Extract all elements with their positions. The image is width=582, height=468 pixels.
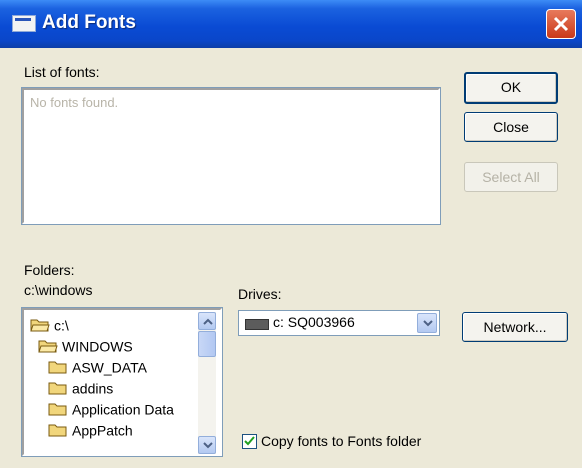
- window-title: Add Fonts: [42, 12, 136, 33]
- select-all-button[interactable]: Select All: [464, 162, 558, 192]
- folders-scrollbar[interactable]: [198, 312, 216, 454]
- chevron-down-icon: [203, 442, 213, 449]
- checkmark-icon: [244, 436, 255, 446]
- folder-item-label: ASW_DATA: [72, 359, 147, 376]
- drives-dropdown[interactable]: c: SQ003966: [238, 310, 440, 336]
- close-window-button[interactable]: [546, 9, 576, 39]
- chevron-down-icon: [423, 320, 433, 327]
- scroll-thumb[interactable]: [198, 331, 216, 357]
- folder-icon: [48, 403, 67, 416]
- add-fonts-dialog: Add Fonts List of fonts: No fonts found.…: [0, 0, 582, 468]
- drives-label: Drives:: [238, 286, 282, 302]
- fonts-list-label: List of fonts:: [24, 64, 100, 80]
- drives-selected-value: c: SQ003966: [273, 314, 355, 330]
- folder-icon: [48, 424, 67, 437]
- folder-icon: [48, 361, 67, 374]
- network-button[interactable]: Network...: [462, 312, 568, 342]
- close-button[interactable]: Close: [464, 112, 558, 142]
- ok-button[interactable]: OK: [464, 72, 558, 104]
- folder-item-label: AppPatch: [72, 422, 133, 439]
- folder-item-label: Application Data: [72, 401, 174, 418]
- scroll-down-button[interactable]: [198, 436, 216, 454]
- drives-dropdown-button[interactable]: [417, 313, 437, 333]
- scroll-up-button[interactable]: [198, 312, 216, 330]
- close-icon: [553, 16, 569, 32]
- folder-item-application-data[interactable]: Application Data: [48, 398, 174, 418]
- folder-item-label: WINDOWS: [62, 338, 133, 355]
- window-icon: [12, 15, 36, 32]
- folders-list[interactable]: c:\ WINDOWS ASW_DATA addins Application …: [21, 307, 223, 457]
- folders-label: Folders:: [24, 262, 75, 278]
- current-folder-path: c:\windows: [24, 282, 93, 298]
- folder-icon: [48, 382, 67, 395]
- folder-item-label: addins: [72, 380, 114, 397]
- folder-item-addins[interactable]: addins: [48, 377, 113, 397]
- open-folder-icon: [38, 340, 58, 353]
- chevron-up-icon: [203, 318, 213, 325]
- open-folder-icon: [30, 319, 50, 332]
- folder-item-label: c:\: [54, 317, 69, 334]
- folder-item-apppatch[interactable]: AppPatch: [48, 419, 133, 439]
- copy-fonts-checkbox[interactable]: [242, 434, 257, 449]
- copy-fonts-label[interactable]: Copy fonts to Fonts folder: [261, 433, 421, 449]
- fonts-list[interactable]: No fonts found.: [21, 87, 441, 225]
- folder-item-windows[interactable]: WINDOWS: [38, 335, 133, 355]
- folder-item-asw-data[interactable]: ASW_DATA: [48, 356, 147, 376]
- hard-drive-icon: [245, 319, 269, 330]
- fonts-list-empty-text: No fonts found.: [30, 95, 119, 110]
- folder-item-c-root[interactable]: c:\: [30, 314, 69, 334]
- title-bar[interactable]: Add Fonts: [0, 0, 582, 48]
